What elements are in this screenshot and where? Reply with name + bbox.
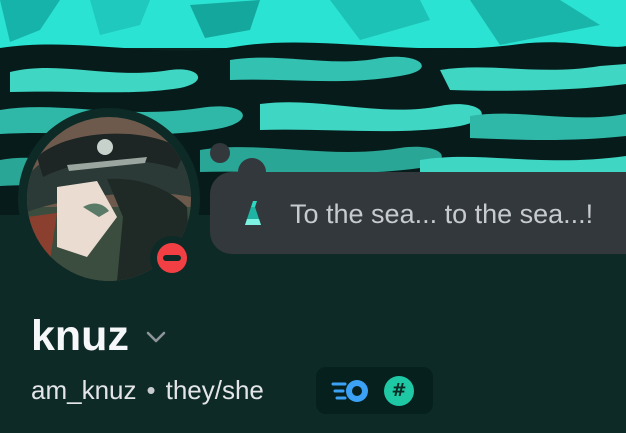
flask-icon (245, 201, 261, 225)
do-not-disturb-icon (157, 243, 187, 273)
display-name: knuz (31, 312, 129, 360)
username-pronouns-line: am_knuz • they/she (31, 372, 264, 408)
chevron-down-icon[interactable] (145, 330, 167, 344)
nitro-boost-icon[interactable] (331, 378, 371, 404)
pronouns: they/she (165, 375, 264, 405)
separator-dot: • (146, 375, 156, 405)
username[interactable]: am_knuz (31, 375, 137, 405)
thought-bubble-dot-small (210, 143, 230, 163)
custom-status-text: To the sea... to the sea...! (290, 199, 594, 229)
hashtag-badge-icon[interactable]: # (384, 376, 414, 406)
